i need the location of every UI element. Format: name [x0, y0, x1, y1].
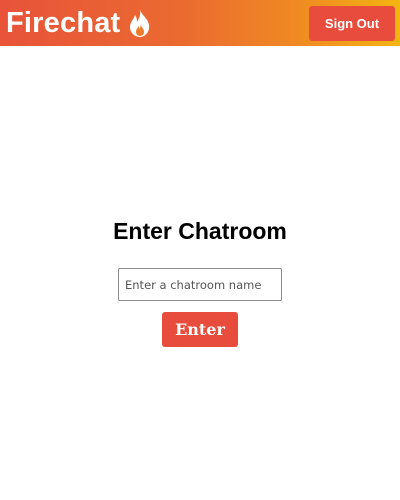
brand: Firechat	[6, 8, 153, 38]
sign-out-button[interactable]: Sign Out	[309, 5, 395, 41]
chatroom-name-input[interactable]	[118, 268, 282, 301]
app-title: Firechat	[6, 6, 121, 39]
page-title: Enter Chatroom	[113, 218, 287, 244]
app-window: Firechat Sign Out Enter Chatroom Enter	[0, 0, 400, 500]
enter-button[interactable]: Enter	[162, 312, 238, 347]
header-bar: Firechat Sign Out	[0, 0, 400, 46]
main-content: Enter Chatroom Enter	[0, 46, 400, 500]
flame-icon	[130, 9, 150, 37]
